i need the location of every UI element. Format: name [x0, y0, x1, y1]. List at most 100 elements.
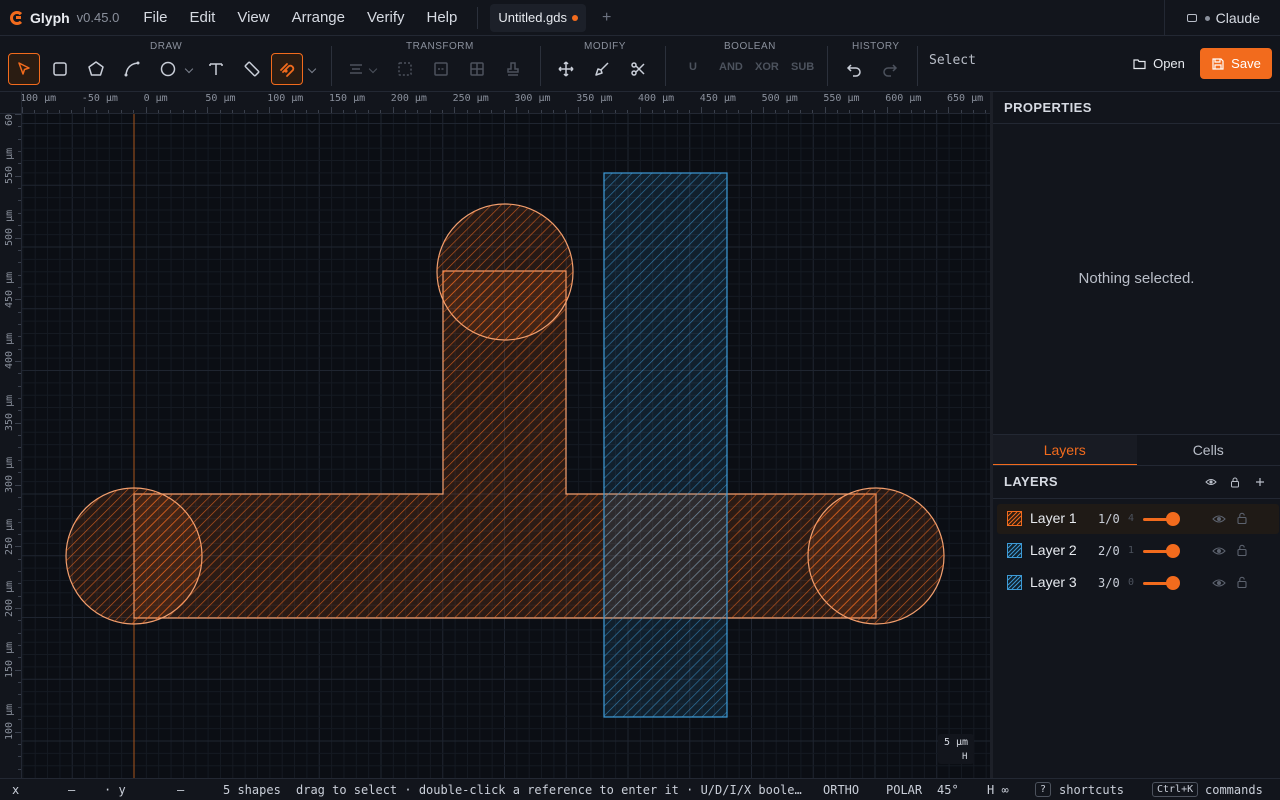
shortcuts-key[interactable]: ? [1035, 782, 1052, 797]
ruler-tick [170, 110, 172, 113]
layout-canvas[interactable]: 100 µm -50 µm 0 µm 50 µm 100 µm 150 µm 200 µm 2… [0, 92, 990, 778]
status-hint: drag to select · double-click a referenc… [296, 783, 802, 797]
add-layer-plus-icon[interactable] [1254, 476, 1266, 488]
select-tool-button[interactable] [8, 53, 40, 85]
boolean-union-button[interactable]: U [689, 61, 697, 73]
polar-toggle[interactable]: POLAR [886, 783, 922, 797]
layers-title: LAYERS [1004, 474, 1058, 489]
ruler-tick [725, 110, 727, 113]
user-menu[interactable]: Claude [1163, 0, 1280, 36]
ruler-tick [207, 107, 209, 113]
snap-chevron-down-icon[interactable] [307, 64, 317, 74]
ruler-top-label: 150 µm [329, 93, 366, 104]
layer-visibility-eye-icon[interactable] [1212, 576, 1226, 590]
snap-tool-button[interactable] [271, 53, 303, 85]
menu-edit[interactable]: Edit [190, 9, 216, 26]
h-snap-value[interactable]: H ∞ [987, 783, 1009, 797]
commands-link[interactable]: commands [1205, 783, 1263, 797]
path-tool-button[interactable] [116, 53, 148, 85]
layer-lock-icon[interactable] [1235, 543, 1249, 557]
undo-button[interactable] [838, 53, 870, 85]
ruler-tick [18, 385, 21, 387]
boolean-sub-button[interactable]: SUB [791, 61, 814, 73]
group-label-transform: TRANSFORM [406, 41, 474, 52]
layer-opacity-knob[interactable] [1166, 576, 1180, 590]
ruler-tool-button[interactable] [236, 53, 268, 85]
menu-arrange[interactable]: Arrange [292, 9, 345, 26]
layer-swatch-orange-icon [1007, 511, 1022, 526]
file-tab[interactable]: Untitled.gds [490, 3, 587, 32]
canvas-drawing[interactable] [0, 92, 990, 778]
rectangle-tool-button[interactable] [44, 53, 76, 85]
ruler-tick [194, 110, 196, 113]
ruler-tick [763, 107, 764, 113]
app-name: Glyph [30, 9, 70, 26]
menu-verify[interactable]: Verify [367, 9, 405, 26]
ruler-left-label: 150 µm [4, 642, 15, 679]
shortcuts-link[interactable]: shortcuts [1059, 783, 1124, 797]
circle-tool-chevron-down-icon[interactable] [184, 64, 194, 74]
move-tool-button[interactable] [550, 53, 582, 85]
menu-help[interactable]: Help [427, 9, 458, 26]
new-tab-plus-icon[interactable]: + [602, 9, 611, 27]
ruler-tick [18, 225, 21, 227]
ruler-tick [18, 348, 21, 350]
ruler-left-label: 200 µm [4, 580, 15, 617]
layer-visibility-eye-icon[interactable] [1212, 544, 1226, 558]
menu-file[interactable]: File [143, 9, 167, 26]
layer-row[interactable]: Layer 3 3/0 0 [997, 568, 1279, 598]
ruler-tick [15, 608, 21, 609]
ruler-tick [985, 110, 987, 113]
layer-lock-icon[interactable] [1235, 511, 1249, 525]
properties-empty-message: Nothing selected. [1078, 270, 1195, 287]
layer-visibility-eye-icon[interactable] [1212, 512, 1226, 526]
align-tool-button[interactable] [340, 53, 372, 85]
ruler-tick [898, 110, 900, 113]
scissors-tool-button[interactable] [622, 53, 654, 85]
group-tool-button[interactable] [389, 53, 421, 85]
redo-button[interactable] [874, 53, 906, 85]
polygon-tool-button[interactable] [80, 53, 112, 85]
toolbar: DRAW TRANSFORM MODIFY BOOLEAN HISTORY U … [0, 36, 1280, 92]
open-button[interactable]: Open [1126, 48, 1192, 79]
layer-lock-icon[interactable] [1235, 575, 1249, 589]
boolean-xor-button[interactable]: XOR [755, 61, 779, 73]
ruler-tick [83, 107, 85, 113]
array-tool-button[interactable] [461, 53, 493, 85]
ungroup-tool-button[interactable] [425, 53, 457, 85]
brush-tool-button[interactable] [586, 53, 618, 85]
ruler-tick [281, 110, 283, 113]
stamp-tool-button[interactable] [497, 53, 529, 85]
ruler-tick [18, 719, 21, 721]
ortho-toggle[interactable]: ORTHO [823, 783, 859, 797]
ruler-tick [404, 110, 406, 113]
circle-tool-button[interactable] [152, 53, 184, 85]
ruler-tick [948, 107, 950, 113]
ruler-tick [18, 509, 21, 511]
ruler-tick [775, 110, 777, 113]
toolbar-divider [827, 46, 828, 86]
group-label-modify: MODIFY [584, 41, 626, 52]
polar-angle[interactable]: 45° [937, 783, 959, 797]
layer-row[interactable]: Layer 2 2/0 1 [997, 536, 1279, 566]
lock-all-layers-icon[interactable] [1229, 476, 1241, 488]
ruler-tick [441, 110, 443, 113]
tab-layers[interactable]: Layers [993, 435, 1137, 465]
tab-cells[interactable]: Cells [1137, 435, 1280, 465]
menu-view[interactable]: View [237, 9, 269, 26]
ruler-tick [18, 459, 21, 461]
ruler-tick [18, 373, 21, 375]
layer-opacity-knob[interactable] [1166, 512, 1180, 526]
show-all-layers-eye-icon[interactable] [1205, 476, 1217, 488]
ruler-tick [18, 768, 21, 770]
right-panel: PROPERTIES Nothing selected. Layers Cell… [990, 92, 1280, 778]
align-icon [350, 64, 362, 74]
boolean-and-button[interactable]: AND [719, 61, 743, 73]
save-button[interactable]: Save [1200, 48, 1272, 79]
ruler-tick [46, 110, 48, 113]
layer-row[interactable]: Layer 1 1/0 4 [997, 504, 1279, 534]
ruler-left-label: 100 µm [4, 704, 15, 741]
layer-opacity-knob[interactable] [1166, 544, 1180, 558]
commands-key[interactable]: Ctrl+K [1152, 782, 1199, 797]
text-tool-button[interactable] [200, 53, 232, 85]
